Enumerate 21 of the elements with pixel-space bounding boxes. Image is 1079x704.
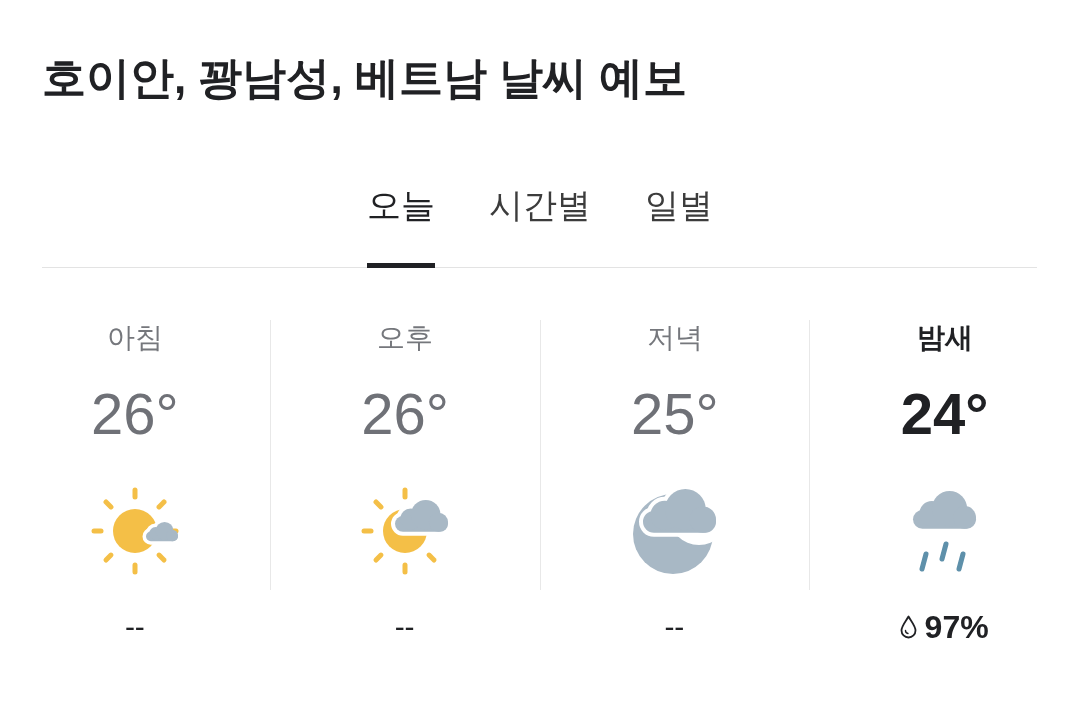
temperature: 26°: [91, 381, 179, 447]
tab[interactable]: 일별: [644, 185, 713, 268]
period-label: 오후: [377, 321, 434, 355]
period-label: 저녁: [646, 321, 703, 355]
temperature: 24°: [900, 381, 989, 447]
precipitation-text: --: [664, 609, 685, 645]
precipitation-chance: 97%: [924, 608, 989, 647]
water-drop-icon: [899, 615, 917, 639]
precipitation-text: --: [124, 609, 145, 645]
sun-cloud-icon: [90, 485, 179, 577]
precipitation-text: --: [394, 609, 415, 645]
tab[interactable]: 시간별: [488, 185, 591, 268]
temperature: 25°: [631, 381, 719, 447]
moon-cloud-icon: [632, 488, 717, 574]
temperature: 26°: [361, 381, 449, 447]
rain-cloud-icon: [911, 489, 979, 573]
period-label: 밤새: [916, 321, 973, 355]
period-label: 아침: [106, 321, 163, 355]
page-title: 호이안, 꽝남성, 베트남 날씨 예보: [42, 52, 688, 104]
sun-cloud-icon: [361, 485, 450, 577]
tab[interactable]: 오늘: [366, 185, 435, 268]
